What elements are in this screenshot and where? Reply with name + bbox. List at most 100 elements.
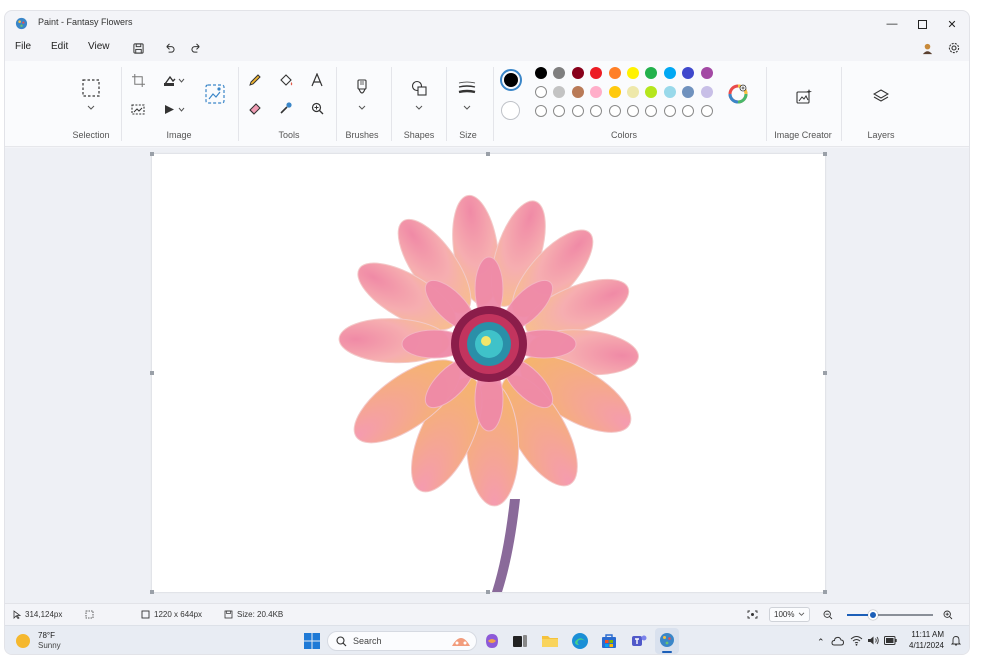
save-button[interactable] (130, 40, 146, 56)
custom-color-slot[interactable] (590, 105, 603, 117)
palette-color-swatch[interactable] (663, 86, 676, 98)
group-label-shapes: Shapes (403, 130, 435, 140)
custom-color-slot[interactable] (682, 105, 695, 117)
palette-color-swatch[interactable] (608, 86, 621, 98)
menu-edit[interactable]: Edit (51, 41, 68, 52)
shapes-dropdown[interactable] (408, 102, 430, 114)
palette-color-swatch[interactable] (553, 86, 566, 98)
zoom-out-button[interactable] (823, 610, 833, 620)
wifi-icon[interactable] (850, 635, 863, 646)
edge-browser-icon[interactable] (571, 632, 589, 650)
resize-handle[interactable] (823, 371, 827, 375)
image-select-button[interactable] (127, 98, 149, 120)
custom-color-slot[interactable] (700, 105, 713, 117)
show-hidden-icons-button[interactable]: ⌃ (817, 637, 825, 648)
primary-color-swatch[interactable] (500, 69, 522, 91)
fit-to-window-button[interactable] (747, 610, 758, 619)
crop-button[interactable] (127, 69, 149, 91)
minimize-button[interactable]: — (877, 14, 907, 34)
custom-color-slot[interactable] (627, 105, 639, 117)
taskbar-search[interactable]: Search (327, 631, 477, 651)
copilot-icon[interactable] (483, 632, 501, 650)
maximize-button[interactable] (907, 14, 937, 34)
file-explorer-icon[interactable] (541, 632, 559, 650)
zoom-out-icon (823, 610, 833, 620)
color-picker-button[interactable] (275, 97, 297, 119)
notification-bell-icon[interactable] (951, 635, 961, 646)
resize-handle[interactable] (486, 152, 490, 156)
size-button[interactable] (456, 77, 478, 99)
palette-color-swatch[interactable] (645, 86, 658, 98)
resize-handle[interactable] (150, 152, 154, 156)
resize-handle[interactable] (823, 590, 827, 594)
image-background-button[interactable] (203, 82, 227, 106)
undo-button[interactable] (161, 40, 177, 56)
palette-color-swatch[interactable] (590, 67, 603, 79)
image-creator-button[interactable] (793, 85, 815, 107)
menu-file[interactable]: File (15, 41, 31, 52)
palette-color-swatch[interactable] (627, 67, 639, 79)
edit-colors-button[interactable] (727, 83, 749, 105)
battery-icon[interactable] (884, 636, 897, 645)
palette-color-swatch[interactable] (682, 86, 695, 98)
fill-button[interactable] (275, 69, 297, 91)
zoom-slider-thumb[interactable] (867, 610, 878, 620)
palette-color-swatch[interactable] (571, 67, 584, 79)
custom-color-slot[interactable] (663, 105, 676, 117)
rotate-button[interactable] (159, 98, 189, 120)
teams-icon[interactable] (630, 632, 648, 650)
settings-button[interactable] (946, 40, 962, 56)
palette-color-swatch[interactable] (627, 86, 639, 98)
custom-color-slot[interactable] (645, 105, 658, 117)
microsoft-store-icon[interactable] (600, 632, 618, 650)
eraser-button[interactable] (244, 97, 266, 119)
onedrive-cloud-icon[interactable] (831, 635, 844, 646)
pencil-button[interactable] (244, 69, 266, 91)
paint-taskbar-button[interactable] (655, 628, 679, 654)
palette-color-swatch[interactable] (608, 67, 621, 79)
magnifier-button[interactable] (306, 97, 328, 119)
clock[interactable]: 11:11 AM 4/11/2024 (904, 630, 944, 650)
resize-handle[interactable] (150, 371, 154, 375)
shapes-button[interactable] (408, 77, 430, 99)
close-button[interactable]: ✕ (937, 14, 967, 34)
redo-button[interactable] (188, 40, 204, 56)
menu-view[interactable]: View (88, 41, 110, 52)
palette-color-swatch[interactable] (663, 67, 676, 79)
palette-color-swatch[interactable] (535, 67, 547, 79)
text-button[interactable] (306, 69, 328, 91)
palette-color-swatch[interactable] (700, 86, 713, 98)
brushes-button[interactable] (351, 77, 373, 99)
resize-handle[interactable] (150, 590, 154, 594)
selection-dropdown[interactable] (80, 102, 102, 114)
zoom-slider[interactable] (847, 610, 933, 620)
palette-color-swatch[interactable] (590, 86, 603, 98)
palette-color-swatch[interactable] (571, 86, 584, 98)
size-dropdown[interactable] (456, 102, 478, 114)
group-label-image: Image (166, 130, 192, 140)
custom-color-slot[interactable] (571, 105, 584, 117)
custom-color-slot[interactable] (535, 105, 547, 117)
account-button[interactable] (919, 40, 935, 56)
palette-color-swatch[interactable] (535, 86, 547, 98)
custom-color-slot[interactable] (553, 105, 566, 117)
volume-icon[interactable] (867, 635, 880, 646)
resize-handle[interactable] (486, 590, 490, 594)
palette-color-swatch[interactable] (645, 67, 658, 79)
palette-color-swatch[interactable] (700, 67, 713, 79)
resize-button[interactable] (159, 69, 189, 91)
zoom-select[interactable]: 100% (769, 607, 811, 622)
palette-color-swatch[interactable] (553, 67, 566, 79)
zoom-in-button[interactable] (943, 610, 953, 620)
custom-color-slot[interactable] (608, 105, 621, 117)
secondary-color-swatch[interactable] (501, 101, 520, 120)
drawing-canvas[interactable] (152, 154, 825, 592)
windows-start-icon[interactable] (303, 632, 321, 650)
brushes-dropdown[interactable] (351, 102, 373, 114)
group-label-tools: Tools (278, 130, 300, 140)
selection-button[interactable] (79, 76, 103, 100)
task-view-icon[interactable] (511, 632, 529, 650)
palette-color-swatch[interactable] (682, 67, 695, 79)
resize-handle[interactable] (823, 152, 827, 156)
layers-button[interactable] (870, 85, 892, 107)
